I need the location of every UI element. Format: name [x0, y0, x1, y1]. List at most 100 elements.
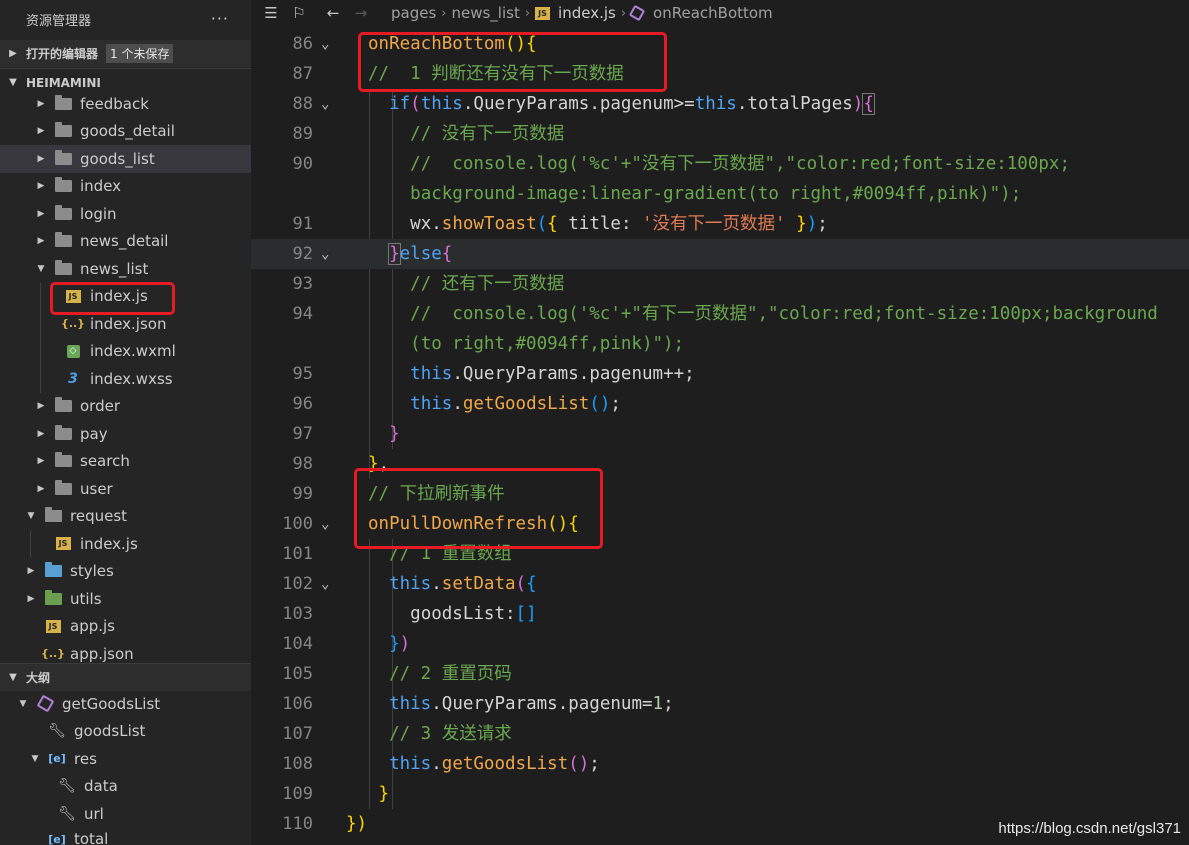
folder-icon: [54, 94, 72, 112]
tree-item-label: index.js: [90, 287, 148, 306]
code-line: 100 ⌄ onPullDownRefresh(){: [251, 509, 1189, 539]
tree-item-label: feedback: [80, 94, 149, 113]
list-icon[interactable]: ☰: [257, 4, 285, 22]
outline-item-getgoodslist[interactable]: ▼ getGoodsList: [0, 690, 251, 718]
breadcrumb-item-file[interactable]: index.js: [558, 4, 616, 22]
tree-file-index-js[interactable]: JS index.js: [0, 281, 251, 315]
code-area[interactable]: 86 ⌄ onReachBottom(){ 87 // 1 判断还有没有下一页数…: [251, 29, 1189, 845]
chevron-down-icon: ▼: [19, 698, 27, 709]
chevron-right-icon: ▶: [37, 236, 45, 247]
tree-item-label: order: [80, 397, 120, 416]
outline-item-label: goodsList: [74, 722, 146, 741]
code-line: 87 // 1 判断还有没有下一页数据: [292, 64, 624, 84]
wrench-icon: 🔧︎: [58, 778, 76, 795]
tree-folder-request[interactable]: ▼ request: [0, 503, 251, 531]
fold-chevron-icon[interactable]: ⌄: [321, 29, 329, 59]
tree-file-index-wxss[interactable]: 3 index.wxss: [0, 365, 251, 393]
chevron-right-icon: ▶: [37, 126, 45, 137]
tree-folder-goods-list[interactable]: ▶ goods_list: [0, 145, 251, 173]
more-actions-icon[interactable]: ···: [211, 11, 229, 27]
tree-item-label: index.json: [90, 314, 167, 333]
tree-folder-feedback[interactable]: ▶ feedback: [0, 90, 251, 118]
breadcrumb-item-news-list[interactable]: news_list: [451, 4, 519, 22]
tree-file-request-index-js[interactable]: JS index.js: [0, 530, 251, 558]
method-cube-icon: [628, 4, 646, 22]
tree-file-index-wxml[interactable]: ◇ index.wxml: [0, 337, 251, 365]
outline-item-res[interactable]: ▼ [e] res: [0, 745, 251, 773]
chevron-right-icon: ▶: [37, 181, 45, 192]
tree-folder-goods-detail[interactable]: ▶ goods_detail: [0, 118, 251, 146]
chevron-right-icon: ▶: [37, 401, 45, 412]
back-arrow-icon[interactable]: ←: [319, 4, 347, 22]
tree-item-label: goods_detail: [80, 122, 175, 141]
tree-item-label: index: [80, 177, 122, 196]
chevron-right-icon: ▶: [9, 48, 17, 59]
js-file-icon: JS: [54, 536, 72, 552]
outline-item-label: data: [84, 777, 118, 796]
chevron-right-icon: ▶: [37, 98, 45, 109]
fold-chevron-icon[interactable]: ⌄: [321, 569, 329, 599]
folder-icon: [54, 424, 72, 442]
code-line: 90 // console.log('%c'+"没有下一页数据","color:…: [292, 154, 1070, 174]
tree-folder-news-detail[interactable]: ▶ news_detail: [0, 228, 251, 256]
unsaved-badge: 1 个未保存: [106, 44, 174, 63]
outline-item-total[interactable]: [e] total: [0, 828, 251, 845]
chevron-down-icon: ▼: [37, 263, 45, 274]
js-file-icon: JS: [44, 618, 62, 634]
folder-icon: [54, 204, 72, 222]
tree-folder-index[interactable]: ▶ index: [0, 173, 251, 201]
code-line: 102 ⌄ this.setData({: [251, 569, 1189, 599]
tree-folder-login[interactable]: ▶ login: [0, 200, 251, 228]
fold-chevron-icon[interactable]: ⌄: [321, 89, 329, 119]
outline-tree: ▼ getGoodsList 🔧︎ goodsList ▼ [e] res 🔧︎…: [0, 690, 251, 845]
fold-chevron-icon[interactable]: ⌄: [321, 509, 329, 539]
fold-chevron-icon[interactable]: ⌄: [321, 239, 329, 269]
code-line: 91 wx.showToast({ title: '没有下一页数据' });: [292, 214, 828, 234]
chevron-down-icon: ▼: [9, 672, 17, 683]
tree-file-app-js[interactable]: JS app.js: [0, 613, 251, 641]
folder-blue-icon: [44, 562, 62, 579]
folder-icon: [54, 122, 72, 139]
chevron-right-icon: ▶: [37, 456, 45, 467]
tree-folder-styles[interactable]: ▶ styles: [0, 558, 251, 586]
folder-icon: [54, 479, 72, 497]
outline-item-label: total: [74, 829, 109, 845]
tree-file-index-json[interactable]: {..} index.json: [0, 310, 251, 338]
chevron-down-icon: ▼: [27, 511, 35, 522]
folder-green-icon: [44, 589, 62, 607]
tree-folder-search[interactable]: ▶ search: [0, 448, 251, 476]
outline-item-goodslist[interactable]: 🔧︎ goodsList: [0, 718, 251, 746]
outline-item-label: url: [84, 804, 104, 823]
outline-item-url[interactable]: 🔧︎ url: [0, 800, 251, 828]
breadcrumb-item-symbol[interactable]: onReachBottom: [653, 4, 773, 22]
outline-item-data[interactable]: 🔧︎ data: [0, 773, 251, 801]
tree-folder-pay[interactable]: ▶ pay: [0, 420, 251, 448]
outline-item-label: getGoodsList: [62, 694, 161, 713]
code-line: 98 },: [292, 454, 390, 474]
code-line: 86 ⌄ onReachBottom(){: [251, 29, 1189, 59]
chevron-right-icon: ▶: [37, 153, 45, 164]
file-tree: ▶ feedback ▶ goods_detail ▶ goods_list ▶…: [0, 90, 251, 668]
folder-icon: [54, 397, 72, 414]
tree-folder-order[interactable]: ▶ order: [0, 393, 251, 421]
bookmark-icon[interactable]: ⚐: [285, 4, 313, 22]
code-line: 108 this.getGoodsList();: [282, 754, 600, 774]
open-editors-section[interactable]: ▶ 打开的编辑器 1 个未保存: [0, 40, 251, 67]
forward-arrow-icon[interactable]: →: [347, 4, 375, 22]
breadcrumb-item-pages[interactable]: pages: [391, 4, 436, 22]
chevron-down-icon: ▼: [31, 753, 39, 764]
js-file-icon: JS: [535, 6, 551, 20]
tree-folder-utils[interactable]: ▶ utils: [0, 585, 251, 613]
chevron-right-icon: ›: [620, 5, 627, 21]
tree-folder-news-list[interactable]: ▼ news_list: [0, 255, 251, 283]
tree-folder-user[interactable]: ▶ user: [0, 475, 251, 503]
tree-item-label: styles: [70, 562, 114, 581]
tree-item-label: search: [80, 452, 130, 471]
tree-item-label: pay: [80, 424, 108, 443]
code-line: 103 goodsList:[]: [282, 604, 537, 624]
tree-item-label: index.wxml: [90, 342, 176, 361]
variable-bracket-icon: [e]: [48, 752, 66, 766]
code-line: (to right,#0094ff,pink)");: [410, 334, 685, 354]
outline-section[interactable]: ▼ 大纲: [0, 663, 251, 691]
open-editors-label: 打开的编辑器: [26, 47, 99, 61]
